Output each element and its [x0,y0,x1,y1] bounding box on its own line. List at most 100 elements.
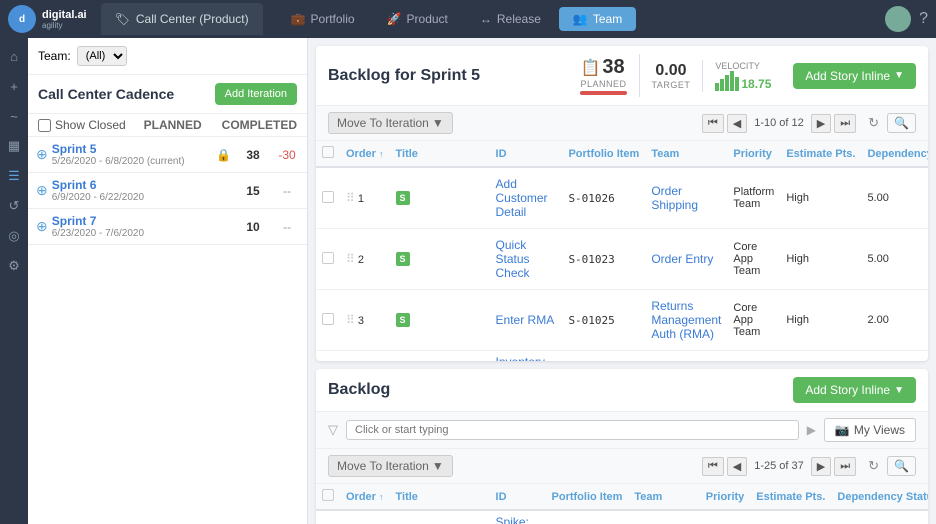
planned-stat: 📋 38 PLANNED [568,54,639,97]
row-title: Inventory Levels Off in Warehouse [490,351,563,362]
search-button[interactable]: 🔍 [887,113,916,133]
nav-right: ? [885,6,928,32]
portfolio-link[interactable]: Order Shipping [651,184,698,212]
backlog-first-page-button[interactable]: ⏮ [702,457,724,476]
story-link[interactable]: Spike: Look at existing KB systems [496,515,540,524]
portfolio-nav[interactable]: 💼 Portfolio [277,7,369,31]
sprint-6-completed: -- [275,184,299,198]
row-title: Enter RMA [490,290,563,351]
backlog-next-page-button[interactable]: ▶ [811,457,831,476]
row-id[interactable]: D-01001 [562,351,645,362]
th-dependency[interactable]: Dependency Status [831,484,928,510]
location-icon[interactable]: ◎ [4,226,24,246]
user-avatar[interactable] [885,6,911,32]
portfolio-link[interactable]: Returns Management Auth (RMA) [651,299,721,341]
drag-handle[interactable]: ⠿ [346,252,355,266]
release-nav[interactable]: ↔ Release [466,7,555,31]
story-link[interactable]: Inventory Levels Off in Warehouse [496,355,557,361]
row-check[interactable] [316,229,340,290]
add-story-inline-button[interactable]: Add Story Inline ▼ [793,63,916,89]
sprint-6-header[interactable]: ⊕ Sprint 6 6/9/2020 - 6/22/2020 15 -- [28,173,307,208]
backlog-header-checkbox[interactable] [322,489,334,501]
team-select[interactable]: (All) [77,46,127,66]
row-portfolio: Order Entry [645,351,727,362]
row-priority: High [750,510,831,524]
sprint-7-header[interactable]: ⊕ Sprint 7 6/23/2020 - 7/6/2020 10 -- [28,209,307,244]
settings-icon[interactable]: ⚙ [4,256,24,276]
backlog-last-page-button[interactable]: ⏭ [834,457,856,476]
th-title[interactable]: Title [390,484,490,510]
product-tab[interactable]: 🏷 Call Center (Product) [101,3,263,35]
th-priority[interactable]: Priority [700,484,751,510]
th-portfolio[interactable]: Portfolio Item [562,141,645,167]
th-estimate[interactable]: Estimate Pts. [780,141,861,167]
drag-handle[interactable]: ⠿ [346,313,355,327]
move-to-iteration-button[interactable]: Move To Iteration ▼ [328,112,453,134]
story-link[interactable]: Add Customer Detail [496,177,548,219]
activity-icon[interactable]: ~ [4,106,24,126]
row-check[interactable] [316,290,340,351]
logo-area: d digital.ai agility [8,5,87,33]
row-id[interactable]: S-01026 [562,167,645,229]
move-iter-dropdown-icon: ▼ [432,116,444,130]
row-check[interactable] [316,510,340,524]
next-page-button[interactable]: ▶ [811,114,831,133]
th-priority[interactable]: Priority [727,141,780,167]
velocity-display: 18.75 [715,71,771,91]
th-order[interactable]: Order ↑ [340,484,390,510]
product-nav[interactable]: 🚀 Product [373,7,462,31]
th-order[interactable]: Order ↑ [340,141,390,167]
help-icon[interactable]: ? [919,10,928,28]
backlog-table-container: Order ↑ Title ID Portfolio Item Team Pri… [316,484,928,524]
row-check[interactable] [316,351,340,362]
portfolio-link[interactable]: Order Entry [651,252,713,266]
team-label: Team: [38,49,71,63]
row-estimate: 1.00 [861,351,928,362]
sprint-item-5: ⊕ Sprint 5 5/26/2020 - 6/8/2020 (current… [28,137,307,173]
filter-expand-icon[interactable]: ▶ [807,423,816,437]
th-portfolio[interactable]: Portfolio Item [546,484,629,510]
backlog-prev-page-button[interactable]: ◀ [727,457,747,476]
sprint-5-header[interactable]: ⊕ Sprint 5 5/26/2020 - 6/8/2020 (current… [28,137,307,172]
list-icon[interactable]: ☰ [4,166,24,186]
first-page-button[interactable]: ⏮ [702,114,724,133]
th-dependency[interactable]: Dependency Status [861,141,928,167]
show-closed-checkbox[interactable] [38,119,51,132]
sprint-7-expand-icon: ⊕ [36,218,48,235]
backlog-search-button[interactable]: 🔍 [887,456,916,476]
header-checkbox[interactable] [322,146,334,158]
th-title[interactable]: Title [390,141,490,167]
th-team[interactable]: Team [645,141,727,167]
th-team[interactable]: Team [628,484,699,510]
sprint-6-info: Sprint 6 6/9/2020 - 6/22/2020 [52,178,241,203]
add-icon[interactable]: + [4,76,24,96]
last-page-button[interactable]: ⏭ [834,114,856,133]
refresh-icon[interactable]: ↻ [868,115,879,131]
chart-icon[interactable]: ▦ [4,136,24,156]
camera-icon: 📷 [835,423,850,437]
backlog-add-story-button[interactable]: Add Story Inline ▼ [793,377,916,403]
backlog-move-to-iteration-button[interactable]: Move To Iteration ▼ [328,455,453,477]
home-icon[interactable]: ⌂ [4,46,24,66]
my-views-button[interactable]: 📷 My Views [824,418,916,442]
sprint-backlog-section: Backlog for Sprint 5 📋 38 PLANNED 0.00 T… [316,46,928,361]
th-estimate[interactable]: Estimate Pts. [750,484,831,510]
pagination-info: 1-10 of 12 [750,117,808,129]
row-id[interactable]: S-01025 [562,290,645,351]
refresh-side-icon[interactable]: ↺ [4,196,24,216]
backlog-refresh-icon[interactable]: ↻ [868,458,879,474]
backlog-filter-input[interactable] [346,420,799,440]
th-id[interactable]: ID [490,484,546,510]
row-check[interactable] [316,167,340,229]
story-link[interactable]: Quick Status Check [496,238,530,280]
th-id[interactable]: ID [490,141,563,167]
row-id[interactable]: S-01011 [546,510,629,524]
add-iteration-button[interactable]: Add Iteration [215,83,297,105]
sprint-table-header-row: Order ↑ Title ID Portfolio Item Team Pri… [316,141,928,167]
row-team [700,510,751,524]
row-id[interactable]: S-01023 [562,229,645,290]
drag-handle[interactable]: ⠿ [346,191,355,205]
story-link[interactable]: Enter RMA [496,313,555,327]
team-nav[interactable]: 👥 Team [559,7,636,31]
prev-page-button[interactable]: ◀ [727,114,747,133]
